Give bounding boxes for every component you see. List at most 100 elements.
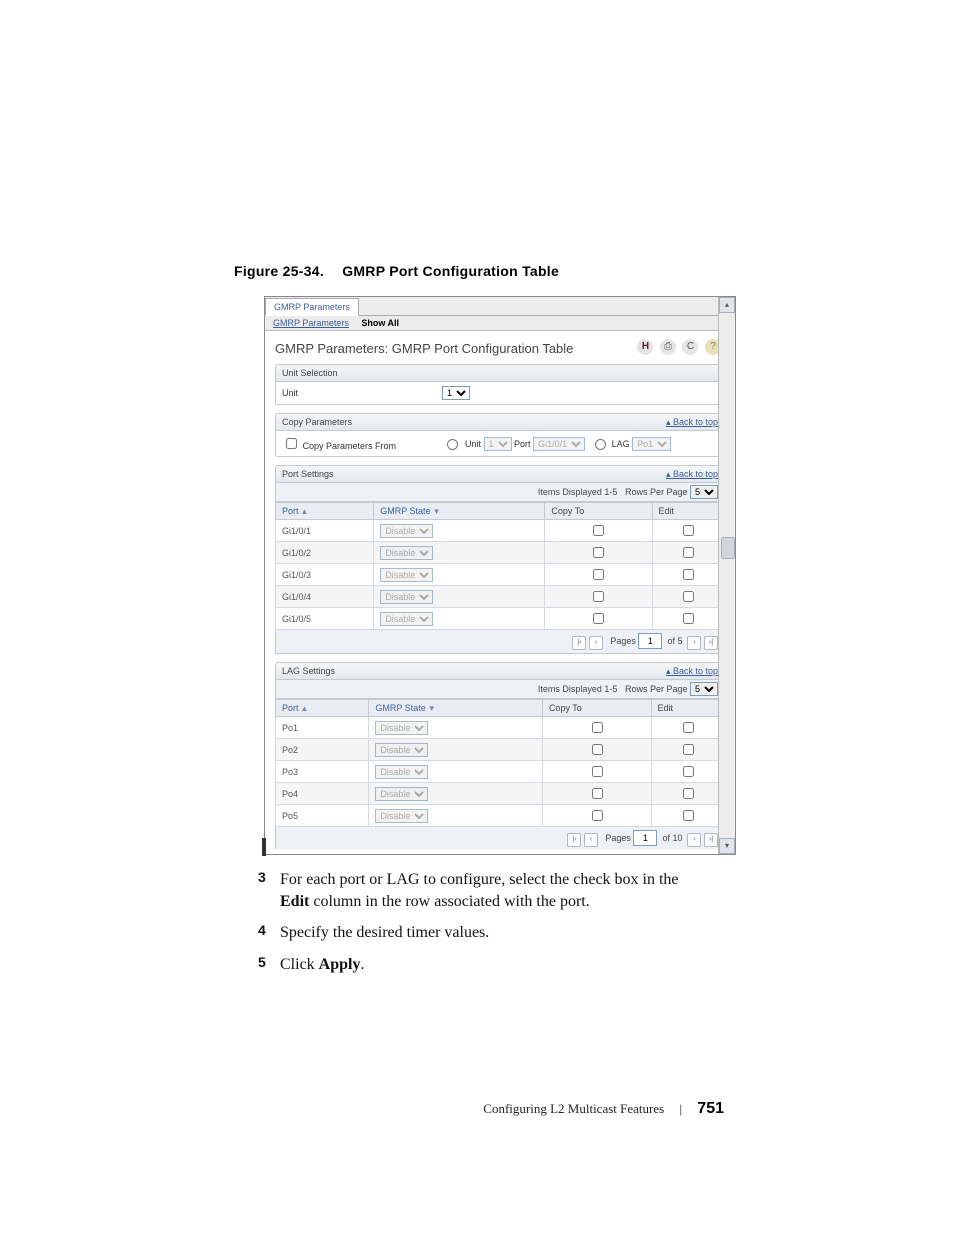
page-footer: Configuring L2 Multicast Features | 751 xyxy=(0,1100,954,1118)
lag-col-state[interactable]: GMRP State▼ xyxy=(369,700,543,717)
copy-port-select[interactable]: Gi1/0/1 xyxy=(533,437,585,451)
pager-last-icon[interactable]: ›| xyxy=(704,636,718,650)
edit-checkbox[interactable] xyxy=(683,525,694,536)
pager-first-icon[interactable]: |‹ xyxy=(572,636,586,650)
pager-next-icon[interactable]: › xyxy=(687,833,701,847)
pager-first-icon[interactable]: |‹ xyxy=(567,833,581,847)
edit-checkbox[interactable] xyxy=(683,788,694,799)
copy-unit-select[interactable]: 1 xyxy=(484,437,512,451)
copyto-checkbox[interactable] xyxy=(593,569,604,580)
edit-checkbox[interactable] xyxy=(683,810,694,821)
cell-state: Disable xyxy=(369,805,543,827)
copyto-checkbox[interactable] xyxy=(592,788,603,799)
edit-checkbox[interactable] xyxy=(683,744,694,755)
copy-unit-label: Unit xyxy=(465,439,481,449)
cell-port: Gi1/0/4 xyxy=(276,586,374,608)
lag-rpp-select[interactable]: 5 xyxy=(690,682,718,696)
unit-selection-header: Unit Selection xyxy=(275,364,725,382)
state-select[interactable]: Disable xyxy=(380,524,433,538)
port-items-row: Items Displayed 1-5 Rows Per Page 5 xyxy=(275,483,725,502)
scroll-down-icon[interactable]: ▾ xyxy=(719,838,735,854)
scroll-up-icon[interactable]: ▴ xyxy=(719,297,735,313)
save-icon[interactable]: H xyxy=(637,339,653,355)
pager-prev-icon[interactable]: ‹ xyxy=(584,833,598,847)
cell-state: Disable xyxy=(374,520,545,542)
footer-page-number: 751 xyxy=(697,1100,724,1117)
port-col-port[interactable]: Port▲ xyxy=(276,503,374,520)
pager-last-icon[interactable]: ›| xyxy=(704,833,718,847)
scrollbar[interactable]: ▴ ▾ xyxy=(718,297,735,854)
instructions: 3For each port or LAG to configure, sele… xyxy=(264,869,704,985)
pager-prev-icon[interactable]: ‹ xyxy=(589,636,603,650)
cell-state: Disable xyxy=(374,586,545,608)
instruction-number: 4 xyxy=(258,922,266,938)
copy-lag-radio[interactable] xyxy=(595,439,606,450)
pager-next-icon[interactable]: › xyxy=(687,636,701,650)
table-row: Gi1/0/4 Disable xyxy=(276,586,725,608)
state-select[interactable]: Disable xyxy=(375,809,428,823)
copyto-checkbox[interactable] xyxy=(593,547,604,558)
back-to-top-link[interactable]: Back to top xyxy=(666,666,718,677)
scroll-thumb[interactable] xyxy=(721,537,735,559)
tab-gmrp-parameters[interactable]: GMRP Parameters xyxy=(265,298,359,316)
lag-pager: |‹ ‹ Pages of 10 › ›| xyxy=(275,827,725,849)
edit-checkbox[interactable] xyxy=(683,722,694,733)
state-select[interactable]: Disable xyxy=(380,590,433,604)
lag-col-port[interactable]: Port▲ xyxy=(276,700,369,717)
screenshot: GMRP Parameters GMRP Parameters Show All… xyxy=(264,296,736,855)
unit-select[interactable]: 1 xyxy=(442,386,470,400)
port-page-input[interactable] xyxy=(638,633,662,649)
edit-checkbox[interactable] xyxy=(683,613,694,624)
port-pages-label: Pages xyxy=(610,636,636,646)
cell-copyto xyxy=(545,564,652,586)
state-select[interactable]: Disable xyxy=(380,568,433,582)
copyto-checkbox[interactable] xyxy=(593,613,604,624)
edit-checkbox[interactable] xyxy=(683,547,694,558)
cell-copyto xyxy=(542,739,651,761)
port-pager: |‹ ‹ Pages of 5 › ›| xyxy=(275,630,725,654)
back-to-top-link[interactable]: Back to top xyxy=(666,417,718,428)
cell-copyto xyxy=(542,805,651,827)
lag-page-input[interactable] xyxy=(633,830,657,846)
cell-port: Po2 xyxy=(276,739,369,761)
breadcrumb-link[interactable]: GMRP Parameters xyxy=(273,318,349,328)
copyto-checkbox[interactable] xyxy=(592,766,603,777)
copy-unit-radio[interactable] xyxy=(447,439,458,450)
cell-state: Disable xyxy=(369,739,543,761)
copyto-checkbox[interactable] xyxy=(593,525,604,536)
back-to-top-link[interactable]: Back to top xyxy=(666,469,718,480)
cell-edit xyxy=(652,520,724,542)
state-select[interactable]: Disable xyxy=(380,546,433,560)
instruction-item: 5Click Apply. xyxy=(264,954,704,976)
toolbar: H ⎙ C ? xyxy=(633,339,721,355)
state-select[interactable]: Disable xyxy=(375,787,428,801)
copy-from-checkbox[interactable] xyxy=(286,438,297,449)
port-rpp-select[interactable]: 5 xyxy=(690,485,718,499)
cell-port: Po1 xyxy=(276,717,369,739)
copyto-checkbox[interactable] xyxy=(592,722,603,733)
copyto-checkbox[interactable] xyxy=(592,810,603,821)
lag-settings-title: LAG Settings xyxy=(282,666,335,676)
port-col-state[interactable]: GMRP State▼ xyxy=(374,503,545,520)
table-row: Po4Disable xyxy=(276,783,725,805)
cell-edit xyxy=(652,608,724,630)
edit-checkbox[interactable] xyxy=(683,766,694,777)
copyto-checkbox[interactable] xyxy=(593,591,604,602)
print-icon[interactable]: ⎙ xyxy=(660,339,676,355)
copy-lag-select[interactable]: Po1 xyxy=(632,437,671,451)
state-select[interactable]: Disable xyxy=(375,743,428,757)
edit-checkbox[interactable] xyxy=(683,591,694,602)
table-row: Po3Disable xyxy=(276,761,725,783)
state-select[interactable]: Disable xyxy=(375,765,428,779)
state-select[interactable]: Disable xyxy=(380,612,433,626)
cell-copyto xyxy=(542,761,651,783)
cell-state: Disable xyxy=(374,564,545,586)
cell-copyto xyxy=(545,542,652,564)
refresh-icon[interactable]: C xyxy=(682,339,698,355)
port-col-edit: Edit xyxy=(652,503,724,520)
cell-edit xyxy=(652,542,724,564)
copyto-checkbox[interactable] xyxy=(592,744,603,755)
edit-checkbox[interactable] xyxy=(683,569,694,580)
state-select[interactable]: Disable xyxy=(375,721,428,735)
cell-edit xyxy=(651,761,724,783)
